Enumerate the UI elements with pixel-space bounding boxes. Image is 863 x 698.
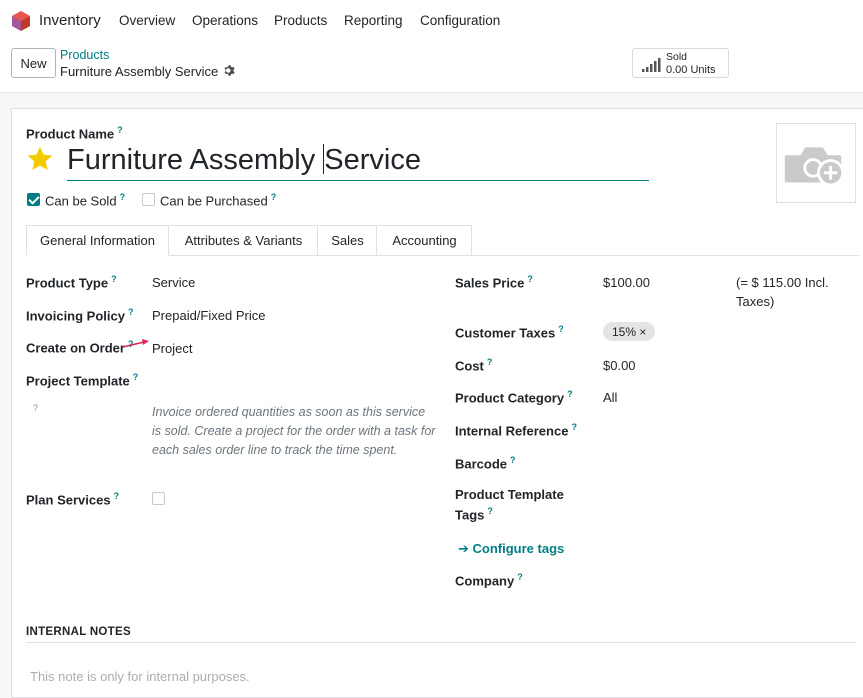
product-template-tags-label-line1: Product Template	[455, 487, 564, 502]
tab-accounting[interactable]: Accounting	[377, 225, 472, 256]
can-be-purchased-label: Can be Purchased?	[160, 192, 277, 209]
help-icon[interactable]: ?	[33, 403, 38, 413]
arrow-right-icon: ➔	[458, 541, 473, 556]
tax-tag[interactable]: 15% ×	[603, 322, 656, 341]
invoicing-help-text: Invoice ordered quantities as soon as th…	[152, 405, 436, 457]
help-icon[interactable]: ?	[487, 506, 493, 516]
menu-reporting[interactable]: Reporting	[344, 13, 403, 28]
breadcrumb-products[interactable]: Products	[60, 48, 109, 62]
product-type-label: Product Type?	[26, 274, 117, 291]
smart-button-value: 0.00 Units	[666, 64, 716, 76]
control-panel: New Products Furniture Assembly Service …	[0, 42, 863, 92]
help-icon[interactable]: ?	[571, 422, 577, 432]
help-icon[interactable]: ?	[128, 307, 134, 317]
help-icon[interactable]: ?	[567, 389, 573, 399]
internal-notes-input[interactable]: This note is only for internal purposes.	[30, 669, 250, 684]
breadcrumb-current: Furniture Assembly Service	[60, 64, 219, 79]
help-icon[interactable]: ?	[517, 572, 523, 582]
internal-notes-title: INTERNAL NOTES	[26, 626, 131, 638]
help-icon[interactable]: ?	[117, 125, 123, 135]
sales-price-label: Sales Price?	[455, 274, 533, 291]
red-arrow-icon	[122, 339, 149, 348]
tab-sales[interactable]: Sales	[318, 225, 377, 256]
menu-configuration[interactable]: Configuration	[420, 13, 500, 28]
create-on-order-value[interactable]: Project	[152, 341, 192, 356]
product-image-placeholder[interactable]	[776, 123, 856, 203]
product-name-label: Product Name?	[26, 125, 123, 142]
product-name-input[interactable]: Furniture Assembly Service	[67, 141, 649, 181]
plan-services-label: Plan Services?	[26, 491, 120, 508]
cost-value[interactable]: $0.00	[603, 358, 636, 373]
menu-operations[interactable]: Operations	[192, 13, 258, 28]
can-be-purchased-checkbox[interactable]	[142, 193, 155, 206]
app-name[interactable]: Inventory	[39, 12, 101, 29]
help-icon[interactable]: ?	[558, 324, 564, 334]
help-icon[interactable]: ?	[111, 274, 117, 284]
menu-overview[interactable]: Overview	[119, 13, 175, 28]
gear-icon[interactable]	[223, 64, 236, 77]
notes-divider	[26, 642, 856, 643]
inventory-app-icon[interactable]	[12, 11, 30, 31]
incl-taxes-line1: (= $ 115.00 Incl.	[736, 275, 829, 290]
company-label: Company?	[455, 572, 523, 589]
product-type-value[interactable]: Service	[152, 275, 195, 290]
can-be-sold-checkbox[interactable]	[27, 193, 40, 206]
signal-bars-icon	[642, 58, 661, 72]
invoicing-policy-label: Invoicing Policy?	[26, 307, 134, 324]
smart-button-label: Sold	[666, 51, 688, 63]
tab-general-information[interactable]: General Information	[26, 225, 169, 256]
internal-reference-label: Internal Reference?	[455, 422, 577, 439]
customer-taxes-label: Customer Taxes?	[455, 324, 564, 341]
incl-taxes-line2: Taxes)	[736, 294, 775, 309]
plan-services-checkbox[interactable]	[152, 492, 165, 505]
invoicing-policy-value[interactable]: Prepaid/Fixed Price	[152, 308, 265, 323]
help-icon[interactable]: ?	[120, 192, 126, 202]
product-template-tags-label-line2: Tags?	[455, 506, 493, 523]
product-category-label: Product Category?	[455, 389, 573, 406]
favorite-star-icon[interactable]	[26, 145, 54, 173]
cost-label: Cost?	[455, 357, 493, 374]
configure-tags-link[interactable]: ➔ Configure tags	[458, 541, 564, 557]
new-button[interactable]: New	[11, 48, 56, 78]
sold-smart-button[interactable]: Sold 0.00 Units	[632, 48, 729, 78]
top-navbar: Inventory Overview Operations Products R…	[0, 0, 863, 42]
help-icon[interactable]: ?	[271, 192, 277, 202]
barcode-label: Barcode?	[455, 455, 516, 472]
help-icon[interactable]: ?	[133, 372, 139, 382]
help-icon[interactable]: ?	[510, 455, 516, 465]
help-icon[interactable]: ?	[487, 357, 493, 367]
tab-attributes-variants[interactable]: Attributes & Variants	[169, 225, 318, 256]
menu-products[interactable]: Products	[274, 13, 327, 28]
camera-add-icon	[784, 147, 845, 187]
create-on-order-label: Create on Order?	[26, 339, 134, 356]
help-icon[interactable]: ?	[114, 491, 120, 501]
sales-price-value[interactable]: $100.00	[603, 275, 650, 290]
product-category-value[interactable]: All	[603, 390, 617, 405]
product-form-sheet: Product Name? Furniture Assembly Service…	[11, 108, 863, 698]
can-be-sold-label: Can be Sold?	[45, 192, 126, 209]
project-template-label: Project Template?	[26, 372, 139, 389]
help-icon[interactable]: ?	[527, 274, 533, 284]
